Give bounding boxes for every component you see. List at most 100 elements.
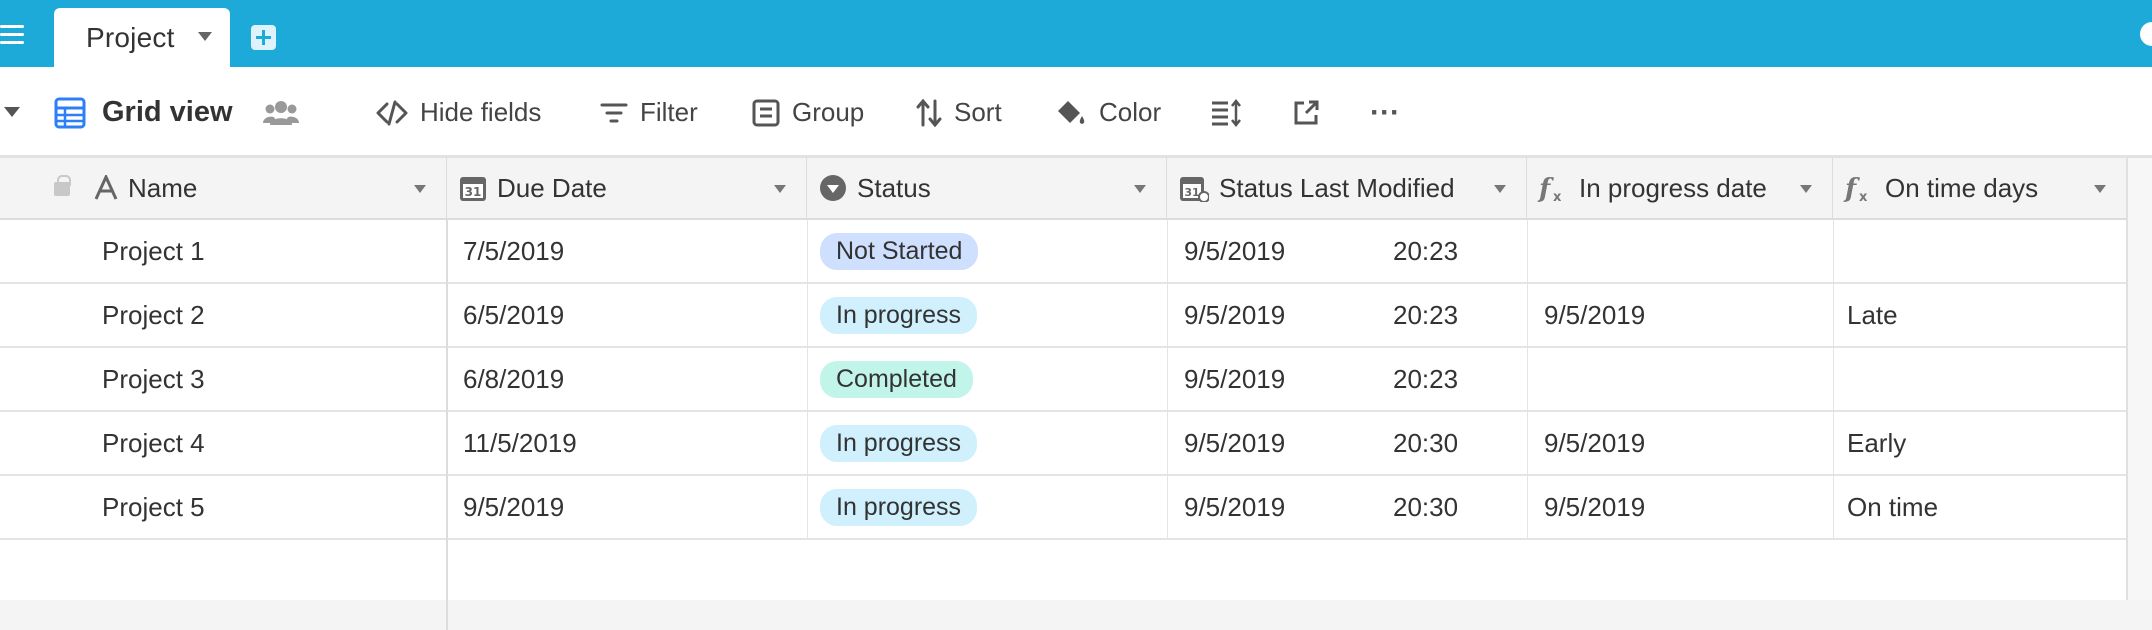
- cell-modified-date[interactable]: 9/5/2019: [1184, 348, 1285, 410]
- cell-in-progress-date[interactable]: 9/5/2019: [1544, 476, 1645, 538]
- single-select-icon: [820, 175, 846, 201]
- cell-status[interactable]: In progress: [820, 412, 978, 474]
- svg-text:x: x: [1859, 190, 1868, 203]
- column-header-status-last-modified[interactable]: 31 Status Last Modified: [1167, 158, 1527, 218]
- more-icon: ···: [1370, 95, 1400, 129]
- chevron-down-icon[interactable]: [1134, 185, 1146, 193]
- people-icon: [263, 100, 299, 125]
- cell-on-time-days[interactable]: Early: [1847, 412, 1906, 474]
- cell-modified-time[interactable]: 20:30: [1393, 412, 1458, 474]
- calendar-icon: 31: [460, 177, 486, 201]
- status-badge: In progress: [820, 296, 978, 334]
- row-height-icon: [1212, 98, 1241, 127]
- cell-modified-time[interactable]: 20:23: [1393, 348, 1458, 410]
- column-label: Status: [857, 172, 931, 203]
- sort-label: Sort: [954, 97, 1002, 127]
- group-button[interactable]: Group: [752, 67, 864, 158]
- column-label: In progress date: [1579, 172, 1767, 203]
- cell-due-date[interactable]: 6/5/2019: [463, 284, 564, 346]
- sort-button[interactable]: Sort: [916, 67, 1002, 158]
- cell-status[interactable]: Completed: [820, 348, 973, 410]
- svg-text:f: f: [1843, 174, 1860, 203]
- cell-name[interactable]: Project 2: [102, 284, 205, 346]
- hide-fields-button[interactable]: Hide fields: [376, 67, 541, 158]
- account-icon[interactable]: [2140, 22, 2152, 46]
- table-row[interactable]: Project 4 11/5/2019 In progress 9/5/2019…: [0, 412, 2127, 476]
- more-options-button[interactable]: ···: [1370, 67, 1400, 158]
- cell-status[interactable]: Not Started: [820, 220, 979, 282]
- cell-in-progress-date[interactable]: 9/5/2019: [1544, 284, 1645, 346]
- cell-name[interactable]: Project 4: [102, 412, 205, 474]
- color-button[interactable]: Color: [1055, 67, 1161, 158]
- calendar-modified-icon: 31: [1180, 177, 1209, 202]
- cell-on-time-days[interactable]: On time: [1847, 476, 1938, 538]
- formula-icon: f x: [1843, 174, 1868, 203]
- menu-icon[interactable]: [0, 25, 26, 47]
- cell-status[interactable]: In progress: [820, 476, 978, 538]
- table-row[interactable]: Project 3 6/8/2019 Completed 9/5/2019 20…: [0, 348, 2127, 412]
- tab-label: Project: [86, 22, 175, 53]
- table-row[interactable]: Project 5 9/5/2019 In progress 9/5/2019 …: [0, 476, 2127, 540]
- tab-project[interactable]: Project: [54, 8, 230, 67]
- cell-due-date[interactable]: 7/5/2019: [463, 220, 564, 282]
- cell-modified-time[interactable]: 20:30: [1393, 476, 1458, 538]
- column-header-in-progress-date[interactable]: f x In progress date: [1527, 158, 1833, 218]
- lock-icon: [54, 175, 71, 196]
- cell-name[interactable]: Project 1: [102, 220, 205, 282]
- text-a-icon: [94, 175, 118, 200]
- column-header-name[interactable]: Name: [94, 158, 447, 218]
- view-toolbar: Grid view Hide fields Filter Group Sort …: [0, 67, 2152, 158]
- status-badge: Completed: [820, 360, 973, 398]
- cell-modified-date[interactable]: 9/5/2019: [1184, 412, 1285, 474]
- cell-name[interactable]: Project 3: [102, 348, 205, 410]
- eye-slash-icon: [376, 100, 408, 125]
- filter-icon: [600, 103, 628, 122]
- share-view-button[interactable]: [1292, 67, 1320, 158]
- frozen-column-divider: [446, 540, 448, 630]
- table-row[interactable]: Project 2 6/5/2019 In progress 9/5/2019 …: [0, 284, 2127, 348]
- cell-modified-date[interactable]: 9/5/2019: [1184, 476, 1285, 538]
- sidebar-toggle-icon[interactable]: [4, 107, 20, 117]
- cell-on-time-days[interactable]: Late: [1847, 284, 1898, 346]
- column-label: Name: [128, 172, 198, 203]
- cell-modified-time[interactable]: 20:23: [1393, 220, 1458, 282]
- top-bar: Project: [0, 0, 2152, 67]
- column-label: Due Date: [497, 172, 607, 203]
- cell-due-date[interactable]: 11/5/2019: [463, 412, 577, 474]
- chevron-down-icon[interactable]: [1800, 185, 1812, 193]
- view-switcher[interactable]: Grid view: [54, 67, 233, 158]
- column-divider: [1527, 220, 1528, 540]
- column-divider: [807, 220, 808, 540]
- chevron-down-icon[interactable]: [198, 32, 212, 41]
- column-header-status[interactable]: Status: [807, 158, 1167, 218]
- grid-header: Name 31 Due Date Status 31 Status Last M…: [0, 158, 2127, 220]
- grid-footer: [0, 600, 2152, 630]
- paint-bucket-icon: [1058, 100, 1085, 124]
- filter-label: Filter: [640, 97, 698, 127]
- chevron-down-icon[interactable]: [2094, 185, 2106, 193]
- table-row[interactable]: Project 1 7/5/2019 Not Started 9/5/2019 …: [0, 220, 2127, 284]
- grid-view-icon: [54, 97, 86, 128]
- cell-due-date[interactable]: 9/5/2019: [463, 476, 564, 538]
- cell-modified-date[interactable]: 9/5/2019: [1184, 284, 1285, 346]
- add-row-area[interactable]: [0, 540, 2127, 600]
- chevron-down-icon[interactable]: [414, 185, 426, 193]
- chevron-down-icon[interactable]: [774, 185, 786, 193]
- row-height-button[interactable]: [1210, 67, 1242, 158]
- cell-modified-time[interactable]: 20:23: [1393, 284, 1458, 346]
- sort-icon: [916, 98, 942, 127]
- chevron-down-icon[interactable]: [1494, 185, 1506, 193]
- cell-status[interactable]: In progress: [820, 284, 978, 346]
- filter-button[interactable]: Filter: [600, 67, 698, 158]
- hide-fields-label: Hide fields: [420, 97, 542, 127]
- column-header-on-time-days[interactable]: f x On time days: [1833, 158, 2127, 218]
- cell-modified-date[interactable]: 9/5/2019: [1184, 220, 1285, 282]
- cell-due-date[interactable]: 6/8/2019: [463, 348, 564, 410]
- collaborators-button[interactable]: [263, 67, 299, 158]
- color-label: Color: [1099, 97, 1162, 127]
- add-table-icon[interactable]: [251, 25, 276, 50]
- cell-name[interactable]: Project 5: [102, 476, 205, 538]
- grid-right-edge: [2126, 158, 2128, 600]
- cell-in-progress-date[interactable]: 9/5/2019: [1544, 412, 1645, 474]
- column-header-due-date[interactable]: 31 Due Date: [447, 158, 807, 218]
